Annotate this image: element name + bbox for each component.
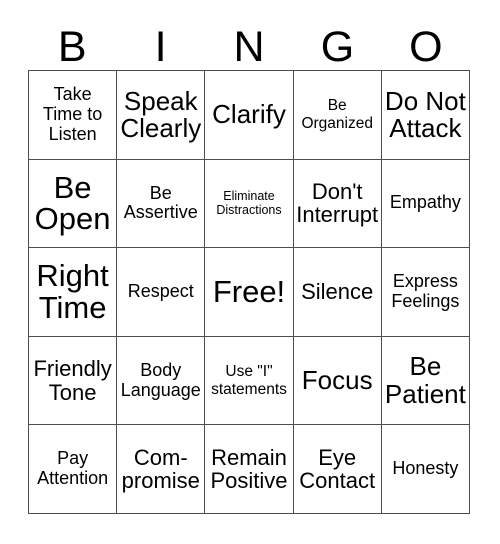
bingo-cell-label: Do Not Attack [384, 85, 466, 143]
bingo-cell[interactable]: Silence [293, 248, 382, 337]
bingo-cell[interactable]: Be Open [29, 159, 118, 249]
bingo-cell-label: Free! [212, 274, 286, 310]
bingo-cell-label: Use "I" statements [211, 362, 287, 398]
bingo-cell[interactable]: Take Time to Listen [29, 71, 118, 160]
bingo-cell[interactable]: Express Feelings [381, 248, 470, 337]
bingo-cell[interactable]: Friendly Tone [29, 336, 118, 426]
bingo-cell[interactable]: Body Language [117, 336, 206, 426]
bingo-cell-label: Take Time to Listen [42, 84, 103, 144]
bingo-cell[interactable]: Clarify [205, 71, 294, 160]
bingo-cell-label: Be Organized [301, 97, 373, 132]
bingo-grid: Take Time to Listen Speak Clearly Clarify B… [28, 70, 470, 514]
bingo-cell-label: Focus [301, 364, 373, 395]
bingo-cell[interactable]: Honesty [381, 425, 470, 514]
bingo-cell[interactable]: Empathy [381, 159, 470, 249]
bingo-cell-label: Pay Attention [37, 448, 109, 489]
bingo-cell-label: Don't Interrupt [296, 178, 379, 228]
bingo-header-letter-o: O [409, 23, 443, 71]
bingo-cell-label: Com- promise [121, 444, 200, 494]
bingo-cell[interactable]: Eliminate Distractions [205, 159, 294, 249]
bingo-header-letter-i: I [154, 23, 167, 71]
bingo-cell-label: Honesty [392, 458, 459, 479]
bingo-free-space[interactable]: Free! [205, 248, 294, 337]
bingo-cell[interactable]: Don't Interrupt [293, 159, 382, 249]
bingo-cell-label: Be Patient [384, 351, 466, 409]
bingo-cell[interactable]: Use "I" statements [205, 336, 294, 426]
bingo-cell-label: Empathy [389, 192, 461, 213]
bingo-cell[interactable]: Remain Positive [205, 425, 294, 514]
bingo-cell[interactable]: Do Not Attack [381, 71, 470, 160]
bingo-cell-label: Express Feelings [391, 271, 460, 311]
bingo-cell[interactable]: Be Organized [293, 71, 382, 160]
bingo-cell[interactable]: Speak Clearly [117, 71, 206, 160]
bingo-cell[interactable]: Be Patient [381, 336, 470, 426]
bingo-cell-label: Be Assertive [123, 182, 198, 223]
bingo-header-letter-g: G [320, 23, 355, 71]
bingo-cell-label: Clarify [212, 99, 286, 130]
bingo-cell-label: Eliminate Distractions [216, 188, 282, 218]
bingo-cell[interactable]: Com- promise [117, 425, 206, 514]
bingo-cell-label: Speak Clearly [120, 85, 202, 143]
bingo-cell[interactable]: Eye Contact [293, 425, 382, 514]
bingo-header-row: B I N G O [28, 14, 470, 70]
bingo-cell[interactable]: Be Assertive [117, 159, 206, 249]
bingo-cell-label: Be Open [34, 169, 111, 237]
bingo-cell-label: Respect [127, 281, 194, 302]
bingo-header-letter-n: N [233, 23, 265, 71]
bingo-cell-label: Silence [301, 279, 374, 305]
bingo-cell-label: Eye Contact [299, 444, 376, 494]
bingo-header-letter-b: B [57, 23, 87, 71]
bingo-cell-label: Right Time [36, 258, 109, 325]
bingo-cell[interactable]: Focus [293, 336, 382, 426]
bingo-cell[interactable]: Right Time [29, 248, 118, 337]
bingo-cell[interactable]: Pay Attention [29, 425, 118, 514]
bingo-cell-label: Body Language [120, 359, 201, 400]
bingo-cell[interactable]: Respect [117, 248, 206, 337]
bingo-card: B I N G O Take Time to Listen Speak Clear… [0, 0, 500, 544]
bingo-cell-label: Remain Positive [210, 444, 288, 494]
bingo-cell-label: Friendly Tone [33, 356, 112, 405]
